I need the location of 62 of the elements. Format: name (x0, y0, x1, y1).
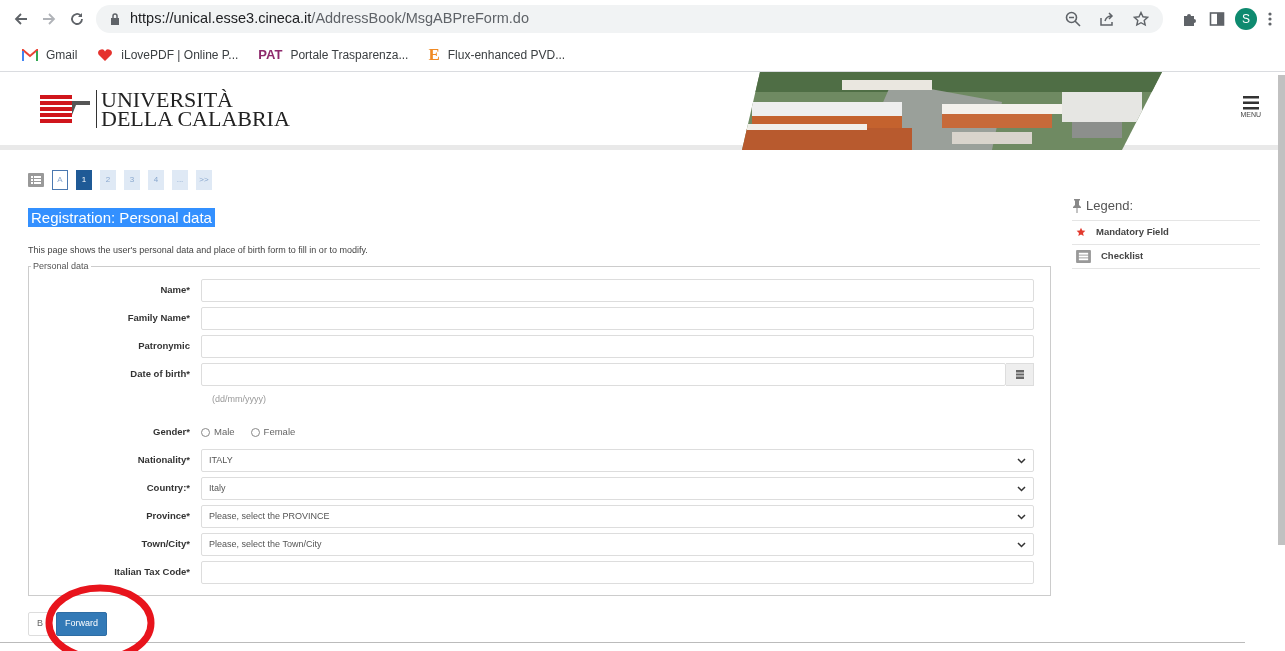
radio-label[interactable]: Female (263, 425, 296, 440)
field-label: Patronymic (137, 339, 191, 354)
profile-avatar[interactable]: S (1235, 8, 1257, 30)
more-icon[interactable] (1267, 11, 1273, 27)
legend-item: Checklist (1101, 248, 1144, 263)
calendar-icon (1015, 370, 1024, 379)
field-label: Gender* (152, 425, 191, 440)
bookmark-link[interactable]: Flux-enhanced PVD... (447, 45, 566, 64)
star-icon (1076, 227, 1086, 237)
input-field[interactable] (201, 279, 1034, 302)
date-field[interactable] (201, 363, 1006, 386)
reload-icon[interactable] (68, 10, 86, 28)
side-panel-icon[interactable] (1209, 11, 1225, 27)
input-field[interactable] (201, 307, 1034, 330)
input-field[interactable] (201, 561, 1034, 584)
input-field[interactable] (201, 335, 1034, 358)
field-label: Name* (159, 283, 191, 298)
chevron-down-icon (1017, 485, 1026, 492)
bookmark-logo: E (428, 43, 440, 66)
address-bar[interactable]: https://unical.esse3.cineca.it/AddressBook/MsgABPreForm.do (96, 5, 1163, 33)
bookmark-logo: PAT (258, 45, 283, 64)
bookmark-link[interactable]: Portale Trasparenza... (290, 45, 409, 64)
select-field[interactable]: Please, select the Town/City (201, 533, 1034, 556)
forward-button[interactable]: Forward (56, 611, 108, 636)
url-text: https://unical.esse3.cineca.it/AddressBook/MsgABPreForm.do (130, 9, 529, 29)
step-tab[interactable]: 1 (76, 170, 92, 190)
field-hint: (dd/mm/yyyy) (212, 392, 266, 406)
chevron-down-icon (1017, 513, 1026, 520)
page-title: Registration: Personal data (28, 208, 215, 227)
share-icon[interactable] (1099, 11, 1115, 27)
lock-icon (110, 13, 120, 25)
mail-icon (22, 48, 38, 61)
fieldset-legend: Personal data (31, 261, 91, 271)
field-label: Italian Tax Code* (113, 565, 191, 580)
field-label: Family Name* (126, 311, 191, 326)
select-field[interactable]: Italy (201, 477, 1034, 500)
zoom-out-icon[interactable] (1065, 11, 1081, 27)
checklist-icon[interactable] (28, 173, 44, 187)
radio-label[interactable]: Male (214, 425, 235, 440)
scrollbar-thumb[interactable] (1278, 75, 1285, 545)
field-label: Date of birth* (129, 367, 191, 382)
field-label: Country:* (145, 481, 191, 496)
select-field[interactable]: ITALY (201, 449, 1034, 472)
select-field[interactable]: Please, select the PROVINCE (201, 505, 1034, 528)
legend-item: Mandatory Field (1096, 224, 1169, 239)
field-label: Province* (145, 509, 191, 524)
chevron-down-icon (1017, 457, 1026, 464)
bookmark-link[interactable]: Gmail (46, 45, 78, 64)
chevron-down-icon (1017, 541, 1026, 548)
page-description: This page shows the user's personal data and place of birth form to fill in or to modify. (28, 244, 369, 257)
bookmark-link[interactable]: iLovePDF | Online P... (121, 45, 239, 64)
university-logo-text: UNIVERSITÀ DELLA CALABRIA (96, 89, 290, 128)
checklist-icon (1076, 249, 1091, 263)
star-icon[interactable] (1133, 11, 1149, 27)
pin-icon (1072, 198, 1082, 213)
field-label: Town/City* (140, 537, 191, 552)
heart-icon (97, 47, 114, 62)
legend-title: Legend: (1086, 197, 1133, 215)
field-label: Nationality* (136, 453, 191, 468)
menu-icon[interactable] (1242, 96, 1259, 111)
logo-icon (40, 92, 92, 125)
calendar-button[interactable] (1006, 363, 1034, 386)
